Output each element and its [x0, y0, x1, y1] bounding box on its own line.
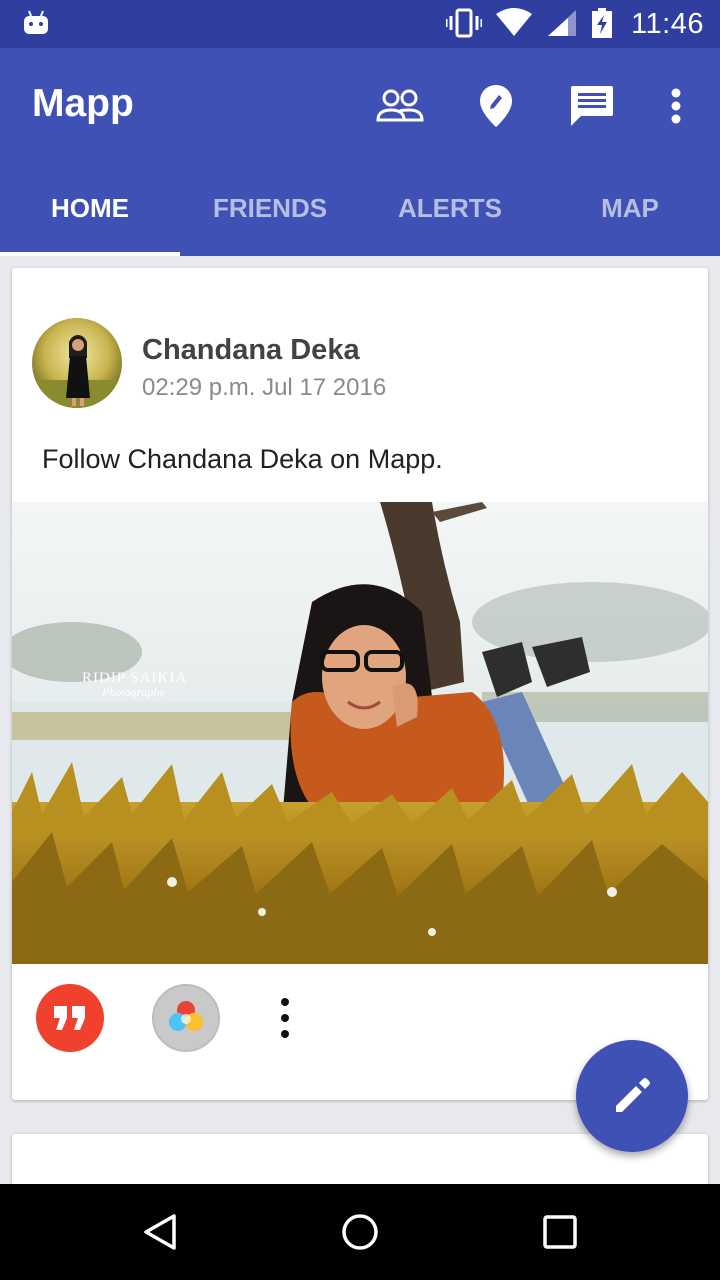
- hangouts-share-button[interactable]: [36, 984, 104, 1052]
- location-edit-icon: [480, 85, 512, 127]
- home-button[interactable]: [336, 1208, 384, 1256]
- signal-icon: [548, 10, 576, 36]
- tab-alerts[interactable]: ALERTS: [360, 160, 540, 256]
- location-action-button[interactable]: [472, 82, 520, 130]
- quote-icon: [54, 1006, 85, 1030]
- tab-map[interactable]: MAP: [540, 160, 720, 256]
- author-name[interactable]: Chandana Deka: [142, 334, 360, 367]
- android-icon: [24, 10, 48, 34]
- watermark-subtitle: Photography: [102, 685, 165, 699]
- photo-watermark: RIDIP SAIKIA Photography: [82, 670, 187, 700]
- google-photos-icon: [169, 1001, 203, 1031]
- people-icon: [376, 89, 424, 122]
- messages-action-button[interactable]: [568, 82, 616, 130]
- post-text: Follow Chandana Deka on Mapp.: [42, 444, 443, 474]
- google-share-button[interactable]: [152, 984, 220, 1052]
- system-nav-bar: [0, 1184, 720, 1280]
- tab-friends[interactable]: FRIENDS: [180, 160, 360, 256]
- vibrate-icon: [446, 8, 482, 38]
- home-icon: [342, 1214, 378, 1250]
- app-title: Mapp: [32, 82, 134, 125]
- avatar[interactable]: [32, 318, 122, 408]
- post-more-button[interactable]: [270, 998, 300, 1038]
- post-timestamp: 02:29 p.m. Jul 17 2016: [142, 374, 387, 401]
- overflow-menu-button[interactable]: [652, 82, 700, 130]
- tab-home[interactable]: HOME: [0, 160, 180, 256]
- back-button[interactable]: [136, 1208, 184, 1256]
- message-icon: [571, 86, 613, 126]
- more-vert-icon-dot: [281, 1030, 289, 1038]
- friends-action-button[interactable]: [376, 82, 424, 130]
- wifi-icon: [496, 8, 532, 36]
- more-vert-icon-dot: [281, 998, 289, 1006]
- app-bar: Mapp HOME FRIENDS ALERTS MAP: [0, 48, 720, 256]
- tab-bar: HOME FRIENDS ALERTS MAP: [0, 160, 720, 256]
- post-card: Chandana Deka 02:29 p.m. Jul 17 2016 Fol…: [12, 268, 708, 1100]
- clock: 11:46: [631, 8, 704, 40]
- more-vert-icon-dot: [281, 1014, 289, 1022]
- compose-fab[interactable]: [576, 1040, 688, 1152]
- back-icon: [144, 1214, 176, 1250]
- recents-icon: [543, 1215, 577, 1249]
- edit-icon: [616, 1078, 650, 1112]
- more-vert-icon: [671, 88, 681, 124]
- post-photo[interactable]: RIDIP SAIKIA Photography: [12, 502, 708, 964]
- recents-button[interactable]: [536, 1208, 584, 1256]
- battery-charging-icon: [592, 8, 612, 38]
- status-bar: 11:46: [0, 0, 720, 48]
